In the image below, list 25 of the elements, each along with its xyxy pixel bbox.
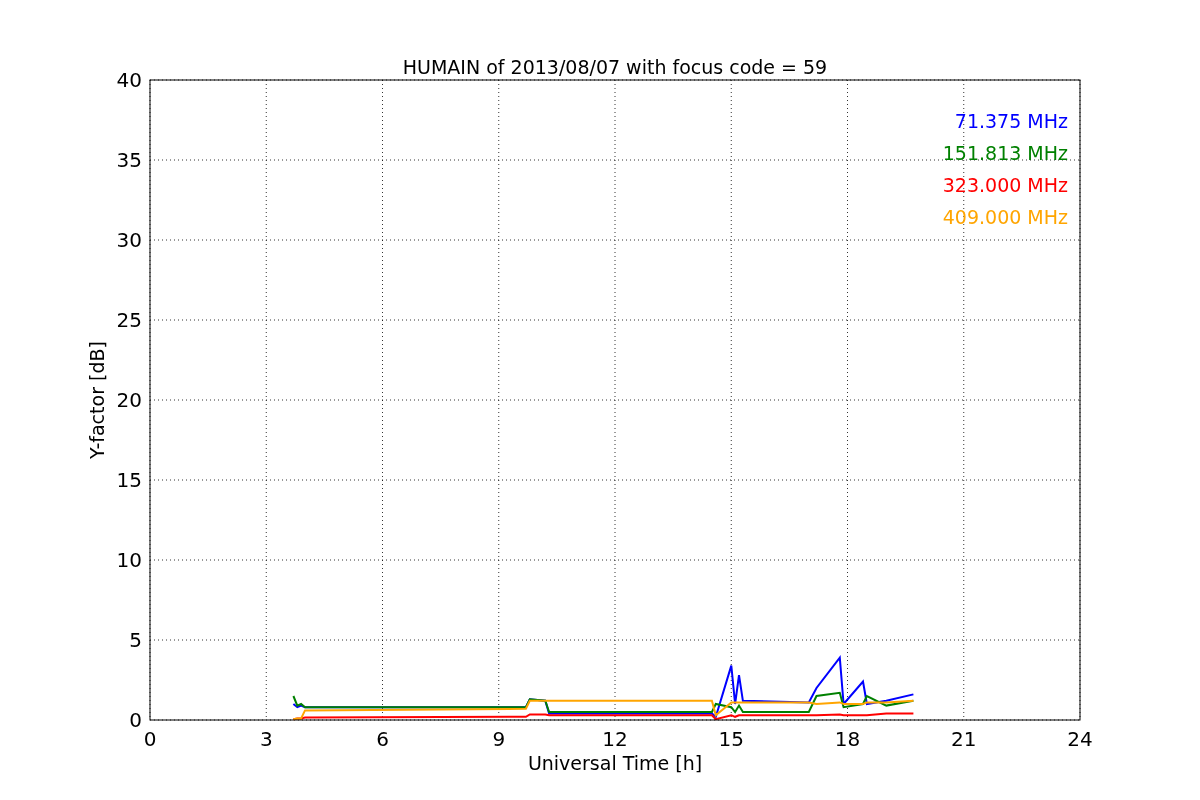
chart-title: HUMAIN of 2013/08/07 with focus code = 59 xyxy=(402,56,828,78)
y-tick-label: 30 xyxy=(116,228,142,252)
legend-label: 151.813 MHz xyxy=(942,142,1068,164)
y-tick-label: 25 xyxy=(116,308,142,332)
y-tick-label: 10 xyxy=(116,548,142,572)
x-tick-label: 6 xyxy=(376,727,389,751)
legend-label: 409.000 MHz xyxy=(942,206,1068,228)
x-tick-label: 0 xyxy=(143,727,157,751)
x-tick-label: 3 xyxy=(259,727,273,751)
y-tick-label: 15 xyxy=(116,468,142,492)
y-tick-label: 20 xyxy=(116,388,142,412)
x-tick-label: 24 xyxy=(1067,727,1093,751)
y-tick-label: 40 xyxy=(116,68,142,92)
x-tick-label: 9 xyxy=(492,727,506,751)
x-tick-label: 21 xyxy=(951,727,977,751)
x-tick-label: 15 xyxy=(718,727,744,751)
y-tick-label: 0 xyxy=(129,708,142,732)
y-tick-label: 35 xyxy=(116,148,142,172)
y-tick-label: 5 xyxy=(129,628,142,652)
legend-label: 71.375 MHz xyxy=(954,110,1068,132)
x-tick-label: 12 xyxy=(602,727,628,751)
legend-label: 323.000 MHz xyxy=(942,174,1068,196)
x-axis-label: Universal Time [h] xyxy=(527,752,703,774)
x-tick-label: 18 xyxy=(834,727,861,751)
y-axis-label: Y-factor [dB] xyxy=(86,341,108,459)
